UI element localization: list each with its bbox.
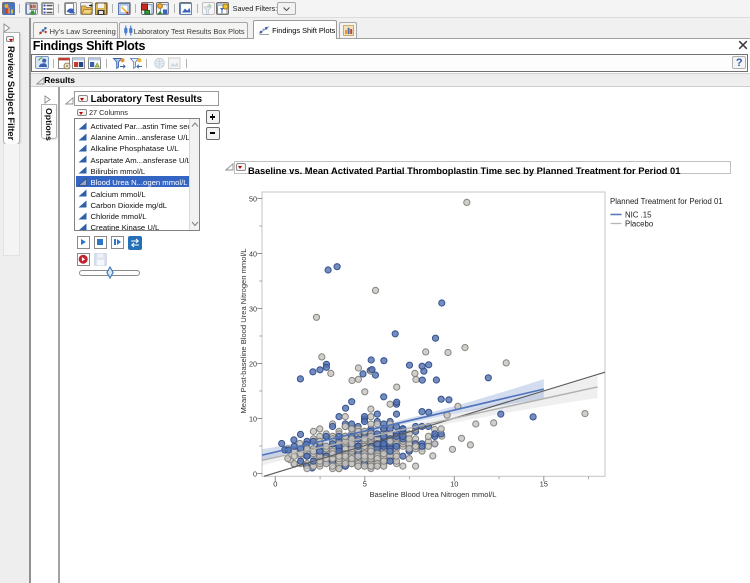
svg-text:Baseline Blood Urea Nitrogen m: Baseline Blood Urea Nitrogen mmol/L bbox=[369, 490, 496, 499]
svg-text:5: 5 bbox=[363, 480, 367, 489]
svg-text:Mean Post-baseline Blood Urea: Mean Post-baseline Blood Urea Nitrogen m… bbox=[239, 248, 248, 413]
svg-text:15: 15 bbox=[540, 480, 548, 489]
svg-text:0: 0 bbox=[273, 480, 277, 489]
svg-text:40: 40 bbox=[249, 250, 257, 259]
svg-text:10: 10 bbox=[450, 480, 458, 489]
svg-text:10: 10 bbox=[249, 415, 257, 424]
svg-text:NIC .15: NIC .15 bbox=[625, 210, 652, 219]
svg-text:50: 50 bbox=[249, 195, 257, 204]
svg-text:30: 30 bbox=[249, 305, 257, 314]
svg-text:Placebo: Placebo bbox=[625, 219, 654, 228]
svg-text:Planned Treatment for Period 0: Planned Treatment for Period 01 bbox=[610, 197, 723, 206]
svg-text:20: 20 bbox=[249, 360, 257, 369]
svg-text:0: 0 bbox=[253, 470, 257, 479]
